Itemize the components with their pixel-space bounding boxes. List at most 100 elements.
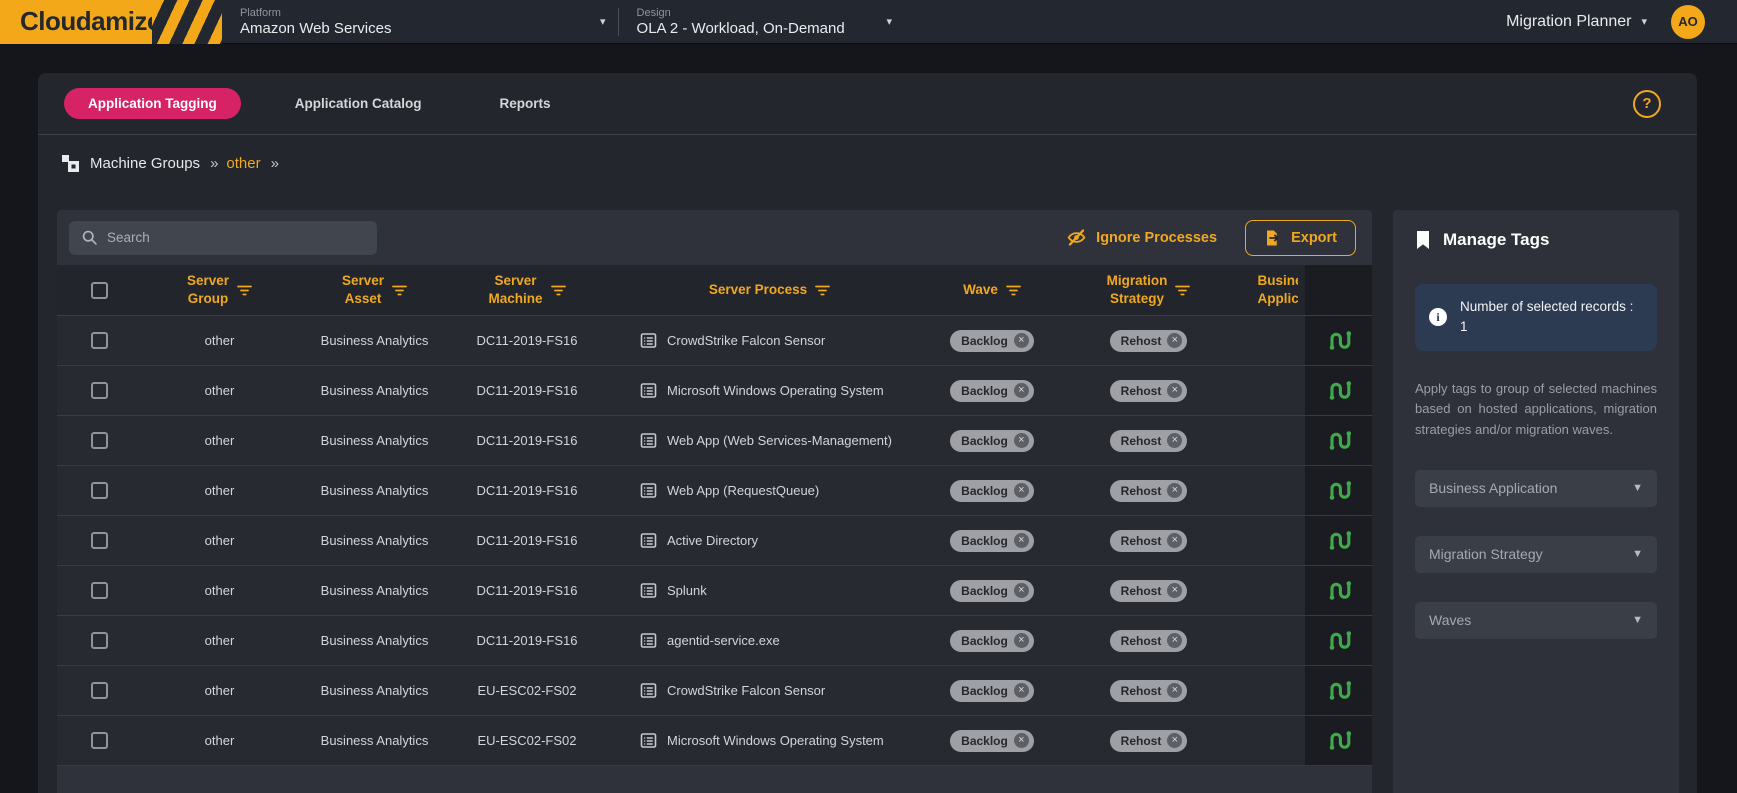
topbar-divider [618, 8, 619, 36]
wave-chip: Backlog× [950, 630, 1034, 652]
platform-selector[interactable]: Platform Amazon Web Services [240, 7, 590, 37]
remove-strategy-icon[interactable]: × [1167, 383, 1182, 398]
linked-tags-icon[interactable] [1326, 529, 1352, 552]
filter-icon[interactable] [1006, 285, 1021, 296]
search-input[interactable] [107, 230, 365, 245]
breadcrumb-current[interactable]: other [226, 155, 260, 172]
remove-wave-icon[interactable]: × [1014, 533, 1029, 548]
remove-strategy-icon[interactable]: × [1167, 583, 1182, 598]
linked-tags-icon[interactable] [1326, 629, 1352, 652]
column-header-server-machine[interactable]: ServerMachine [452, 265, 602, 315]
avatar[interactable]: AO [1671, 5, 1705, 39]
migration-planner-menu[interactable]: Migration Planner ▾ [1506, 13, 1657, 31]
breadcrumb-root[interactable]: Machine Groups [90, 155, 200, 172]
filter-icon[interactable] [392, 285, 407, 296]
chevron-down-icon: ▼ [1632, 614, 1643, 626]
column-header-tag-links[interactable] [1305, 265, 1372, 315]
cell-migration-strategy: Rehost× [1047, 616, 1250, 665]
design-selector[interactable]: Design OLA 2 - Workload, On-Demand [637, 7, 877, 37]
cell-server-asset: Business Analytics [297, 316, 452, 365]
info-icon: i [1429, 308, 1447, 326]
tab-application-tagging[interactable]: Application Tagging [64, 88, 241, 119]
column-header-wave[interactable]: Wave [937, 265, 1047, 315]
row-checkbox[interactable] [91, 582, 108, 599]
cell-server-group: other [142, 566, 297, 615]
cell-tag-links [1305, 666, 1372, 715]
row-checkbox[interactable] [91, 432, 108, 449]
cell-business-application [1250, 516, 1305, 565]
ignore-processes-button[interactable]: Ignore Processes [1066, 227, 1217, 248]
eye-slash-icon [1066, 227, 1087, 248]
remove-strategy-icon[interactable]: × [1167, 733, 1182, 748]
remove-wave-icon[interactable]: × [1014, 483, 1029, 498]
cell-business-application [1250, 316, 1305, 365]
table-toolbar: Ignore Processes Export [57, 210, 1372, 265]
remove-wave-icon[interactable]: × [1014, 333, 1029, 348]
column-header-server-asset[interactable]: ServerAsset [297, 265, 452, 315]
chevron-down-icon[interactable]: ▾ [600, 15, 606, 28]
main-card: Application Tagging Application Catalog Re… [38, 73, 1697, 793]
business-application-dropdown[interactable]: Business Application▼ [1415, 470, 1657, 507]
cell-migration-strategy: Rehost× [1047, 416, 1250, 465]
linked-tags-icon[interactable] [1326, 379, 1352, 402]
cell-server-machine: DC11-2019-FS16 [452, 366, 602, 415]
migration-strategy-dropdown[interactable]: Migration Strategy▼ [1415, 536, 1657, 573]
chevron-down-icon[interactable]: ▾ [887, 15, 893, 28]
column-header-server-process[interactable]: Server Process [602, 265, 937, 315]
design-label: Design [637, 7, 877, 19]
remove-wave-icon[interactable]: × [1014, 383, 1029, 398]
filter-icon[interactable] [815, 285, 830, 296]
remove-wave-icon[interactable]: × [1014, 583, 1029, 598]
table-row: otherBusiness AnalyticsDC11-2019-FS16Act… [57, 516, 1372, 566]
remove-wave-icon[interactable]: × [1014, 633, 1029, 648]
row-checkbox[interactable] [91, 682, 108, 699]
linked-tags-icon[interactable] [1326, 729, 1352, 752]
remove-wave-icon[interactable]: × [1014, 433, 1029, 448]
linked-tags-icon[interactable] [1326, 679, 1352, 702]
linked-tags-icon[interactable] [1326, 429, 1352, 452]
brand-logo[interactable]: Cloudamize ™ [0, 0, 152, 44]
remove-wave-icon[interactable]: × [1014, 733, 1029, 748]
filter-icon[interactable] [237, 285, 252, 296]
wave-chip: Backlog× [950, 580, 1034, 602]
linked-tags-icon[interactable] [1326, 329, 1352, 352]
filter-icon[interactable] [1175, 285, 1190, 296]
tab-reports[interactable]: Reports [476, 88, 575, 119]
remove-strategy-icon[interactable]: × [1167, 433, 1182, 448]
select-all-checkbox[interactable] [91, 282, 108, 299]
cell-wave: Backlog× [937, 366, 1047, 415]
linked-tags-icon[interactable] [1326, 579, 1352, 602]
row-checkbox[interactable] [91, 532, 108, 549]
filter-icon[interactable] [551, 285, 566, 296]
migration-planner-label: Migration Planner [1506, 13, 1631, 31]
column-header-business-application[interactable]: BusinessApplication [1250, 265, 1305, 315]
cell-server-process: agentid-service.exe [602, 616, 937, 665]
help-button[interactable]: ? [1633, 90, 1661, 118]
cell-server-group: other [142, 416, 297, 465]
column-header-migration-strategy[interactable]: MigrationStrategy [1047, 265, 1250, 315]
topbar: Cloudamize ™ Platform Amazon Web Service… [0, 0, 1737, 44]
remove-strategy-icon[interactable]: × [1167, 533, 1182, 548]
row-checkbox[interactable] [91, 382, 108, 399]
chevron-down-icon: ▼ [1632, 548, 1643, 560]
remove-strategy-icon[interactable]: × [1167, 683, 1182, 698]
remove-strategy-icon[interactable]: × [1167, 633, 1182, 648]
cell-tag-links [1305, 316, 1372, 365]
row-checkbox[interactable] [91, 482, 108, 499]
remove-wave-icon[interactable]: × [1014, 683, 1029, 698]
row-checkbox[interactable] [91, 332, 108, 349]
strategy-chip: Rehost× [1110, 580, 1188, 602]
cell-server-group: other [142, 466, 297, 515]
row-checkbox[interactable] [91, 732, 108, 749]
linked-tags-icon[interactable] [1326, 479, 1352, 502]
column-header-server-group[interactable]: ServerGroup [142, 265, 297, 315]
process-icon [640, 482, 657, 499]
tab-application-catalog[interactable]: Application Catalog [271, 88, 446, 119]
remove-strategy-icon[interactable]: × [1167, 333, 1182, 348]
row-checkbox[interactable] [91, 632, 108, 649]
waves-dropdown[interactable]: Waves▼ [1415, 602, 1657, 639]
remove-strategy-icon[interactable]: × [1167, 483, 1182, 498]
strategy-chip: Rehost× [1110, 330, 1188, 352]
cell-server-asset: Business Analytics [297, 716, 452, 765]
export-button[interactable]: Export [1245, 220, 1356, 256]
